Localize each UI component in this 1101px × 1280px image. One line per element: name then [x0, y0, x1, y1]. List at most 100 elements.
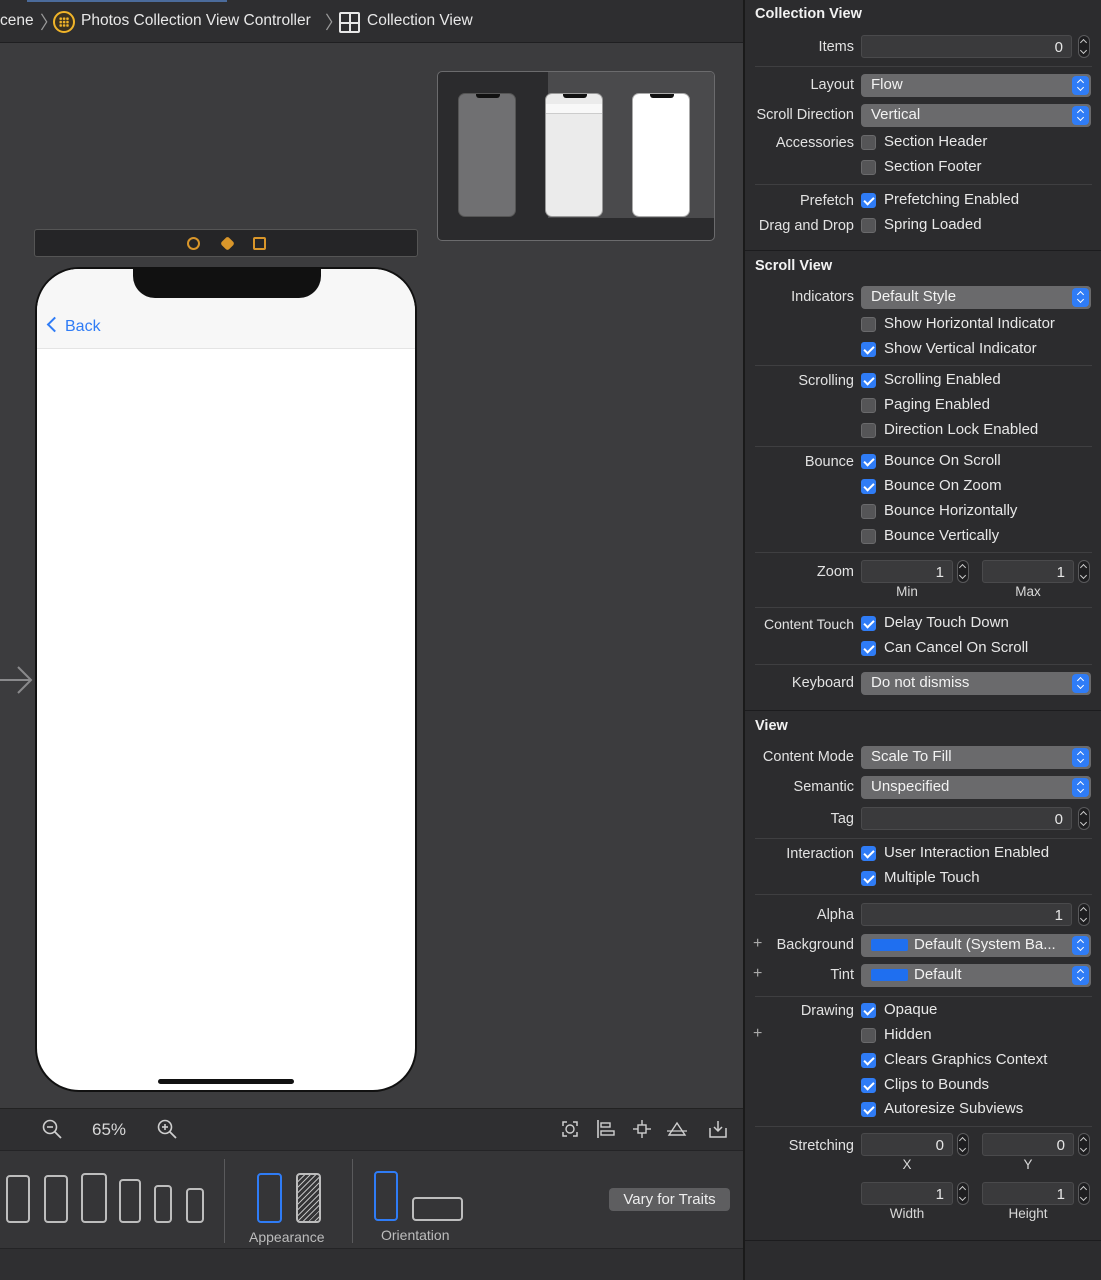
device-option-6[interactable]: [186, 1188, 204, 1223]
section-title-view: View: [755, 718, 788, 734]
stretch-y-field[interactable]: 0: [982, 1133, 1074, 1156]
storyboard-canvas[interactable]: cene 〉 Photos Collection View Controller…: [0, 0, 743, 1280]
zoom-label: Zoom: [816, 564, 854, 580]
stretch-width-field[interactable]: 1: [861, 1182, 953, 1205]
breadcrumb-scene[interactable]: cene: [0, 12, 34, 30]
zoom-max-label: Max: [1015, 584, 1041, 599]
section-title-collection-view: Collection View: [755, 6, 862, 22]
alpha-field[interactable]: 1: [861, 903, 1072, 926]
accessories-label: Accessories: [775, 135, 854, 151]
keyboard-label: Keyboard: [791, 675, 854, 691]
first-responder-icon[interactable]: [220, 236, 235, 251]
update-frames-icon[interactable]: [560, 1119, 580, 1139]
breadcrumb: cene 〉 Photos Collection View Controller…: [0, 0, 743, 43]
popup-arrows-icon: [1072, 674, 1089, 693]
tag-field[interactable]: 0: [861, 807, 1072, 830]
stretch-x-field[interactable]: 0: [861, 1133, 953, 1156]
zoom-max-field[interactable]: 1: [982, 560, 1074, 583]
home-indicator: [158, 1079, 294, 1084]
popup-arrows-icon: [1072, 748, 1089, 767]
content-touch-label: Content Touch: [763, 616, 854, 632]
layout-popup[interactable]: Flow: [861, 74, 1091, 97]
add-constraints-icon[interactable]: [632, 1119, 652, 1139]
appearance-light-option[interactable]: [257, 1173, 282, 1223]
scroll-direction-label: Scroll Direction: [756, 107, 855, 123]
alpha-stepper[interactable]: [1078, 903, 1090, 926]
stretch-y-stepper[interactable]: [1078, 1133, 1090, 1156]
content-mode-popup[interactable]: Scale To Fill: [861, 746, 1091, 769]
bottom-strip: [0, 1248, 743, 1280]
items-stepper[interactable]: [1078, 35, 1090, 58]
zoom-in-icon[interactable]: [157, 1119, 177, 1139]
alpha-label: Alpha: [816, 907, 854, 923]
device-option-4[interactable]: [119, 1179, 141, 1223]
section-title-scroll-view: Scroll View: [755, 258, 833, 274]
semantic-label: Semantic: [793, 779, 854, 795]
breadcrumb-controller[interactable]: Photos Collection View Controller: [81, 12, 311, 30]
device-scene[interactable]: Back: [35, 267, 417, 1092]
popup-arrows-icon: [1072, 76, 1089, 95]
device-option-5[interactable]: [154, 1185, 172, 1223]
resolve-issues-icon[interactable]: [667, 1119, 687, 1139]
add-variation-icon[interactable]: +: [753, 1025, 762, 1043]
stretching-label: Stretching: [788, 1138, 854, 1154]
stretch-height-stepper[interactable]: [1078, 1182, 1090, 1205]
stretch-x-stepper[interactable]: [957, 1133, 969, 1156]
stretch-height-label: Height: [1008, 1206, 1048, 1221]
scrolling-label: Scrolling: [798, 373, 854, 389]
zoom-min-label: Min: [896, 584, 918, 599]
storyboard-minimap[interactable]: [437, 71, 715, 241]
interaction-label: Interaction: [786, 846, 854, 862]
stretch-height-field[interactable]: 1: [982, 1182, 1074, 1205]
embed-in-icon[interactable]: [708, 1119, 728, 1139]
bounce-label: Bounce: [804, 454, 854, 470]
view-controller-icon: [53, 11, 75, 33]
device-notch: [133, 269, 321, 298]
appearance-dark-option[interactable]: [296, 1173, 321, 1223]
chevron-left-icon[interactable]: [46, 316, 63, 333]
keyboard-popup[interactable]: Do not dismiss: [861, 672, 1091, 695]
tint-label: Tint: [830, 967, 854, 983]
popup-arrows-icon: [1072, 106, 1089, 125]
zoom-min-stepper[interactable]: [957, 560, 969, 583]
items-field[interactable]: 0: [861, 35, 1072, 58]
exit-icon[interactable]: [253, 237, 266, 250]
add-variation-icon[interactable]: +: [753, 965, 762, 983]
indicators-popup[interactable]: Default Style: [861, 286, 1091, 309]
popup-arrows-icon: [1072, 288, 1089, 307]
minimap-scene-1[interactable]: [458, 93, 516, 217]
breadcrumb-collection-view[interactable]: Collection View: [367, 12, 473, 30]
device-option-2[interactable]: [44, 1175, 68, 1223]
minimap-scene-2[interactable]: [545, 93, 603, 217]
attributes-inspector: Collection View Items 0 Layout Flow Scro…: [743, 0, 1101, 1280]
zoom-out-icon[interactable]: [42, 1119, 62, 1139]
entry-point-arrow-icon[interactable]: [0, 663, 34, 697]
collection-view-icon: [339, 12, 360, 33]
orientation-portrait-option[interactable]: [374, 1171, 398, 1221]
background-popup[interactable]: Default (System Ba...: [861, 934, 1091, 957]
minimap-scene-3[interactable]: [632, 93, 690, 217]
view-controller-icon[interactable]: [187, 237, 200, 250]
scroll-direction-popup[interactable]: Vertical: [861, 104, 1091, 127]
zoom-level: 65%: [92, 1120, 127, 1139]
items-label: Items: [818, 39, 854, 55]
add-variation-icon[interactable]: +: [753, 935, 762, 953]
semantic-popup[interactable]: Unspecified: [861, 776, 1091, 799]
zoom-max-stepper[interactable]: [1078, 560, 1090, 583]
zoom-min-field[interactable]: 1: [861, 560, 953, 583]
stretch-width-stepper[interactable]: [957, 1182, 969, 1205]
device-option-1[interactable]: [6, 1175, 30, 1223]
drawing-label: Drawing: [800, 1003, 854, 1019]
tag-stepper[interactable]: [1078, 807, 1090, 830]
background-label: Background: [776, 937, 854, 953]
back-button[interactable]: Back: [65, 318, 101, 336]
content-mode-label: Content Mode: [762, 749, 854, 765]
color-swatch: [871, 969, 908, 981]
tag-label: Tag: [830, 811, 854, 827]
stretch-x-label: X: [902, 1157, 912, 1172]
tint-popup[interactable]: Default: [861, 964, 1091, 987]
vary-for-traits-button[interactable]: Vary for Traits: [609, 1188, 730, 1211]
align-icon[interactable]: [596, 1119, 616, 1139]
orientation-landscape-option[interactable]: [412, 1197, 463, 1221]
device-option-3[interactable]: [81, 1173, 107, 1223]
